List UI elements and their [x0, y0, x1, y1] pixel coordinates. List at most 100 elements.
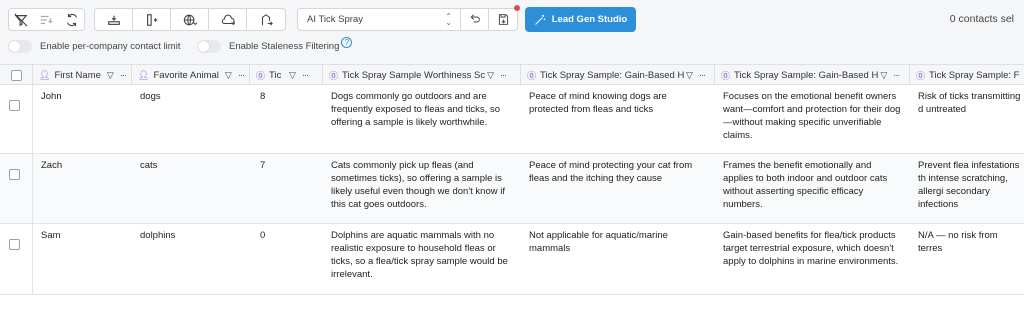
column-label: Tic — [269, 69, 282, 81]
column-label: Tick Spray Sample Worthiness Sc — [342, 69, 486, 81]
column-label: First Name — [54, 69, 101, 81]
toolbar: AI Tick Spray ⌃ ⌄ Lead Gen Studio 0 conta… — [0, 0, 1024, 64]
insert-column-button[interactable] — [133, 9, 171, 30]
more-icon[interactable]: ··· — [302, 70, 309, 80]
more-icon[interactable]: ··· — [893, 70, 900, 80]
column-label: Tick Spray Sample: Gain-Based H — [734, 69, 879, 81]
table-row[interactable]: Sam dolphins 0 Dolphins are aquatic mamm… — [0, 224, 1024, 295]
contacts-table: 👤︎ First Name ▽ ··· 👤︎ Favorite Animal ▽… — [0, 64, 1024, 333]
filter-icon[interactable]: ▽ — [289, 70, 296, 81]
column-header-tick-score[interactable]: ⓪ Tic ▽ ··· — [250, 65, 323, 85]
filter-list-button[interactable] — [33, 8, 60, 31]
clear-filter-button[interactable] — [8, 8, 34, 31]
action-button-group — [94, 8, 286, 31]
more-icon[interactable]: ··· — [120, 70, 127, 80]
more-icon[interactable]: ··· — [699, 70, 706, 80]
worthiness-cell[interactable]: Dolphins are aquatic mammals with no rea… — [323, 224, 521, 294]
gain-based-explanation-cell[interactable]: Gain-based benefits for flea/tick produc… — [715, 224, 910, 294]
table-header: 👤︎ First Name ▽ ··· 👤︎ Favorite Animal ▽… — [0, 64, 1024, 85]
column-header-gain-based-2[interactable]: ⓪ Tick Spray Sample: Gain-Based H ▽ ··· — [715, 65, 910, 85]
per-company-limit-setting: Enable per-company contact limit — [8, 40, 180, 53]
workflow-select[interactable]: AI Tick Spray ⌃ ⌄ — [297, 8, 461, 31]
filter-off-icon — [14, 12, 28, 27]
filter-icon[interactable]: ▽ — [686, 70, 693, 81]
staleness-filter-toggle[interactable] — [197, 40, 221, 53]
animal-cell[interactable]: dolphins — [132, 224, 250, 294]
gain-based-cell[interactable]: Peace of mind knowing dogs are protected… — [521, 85, 715, 153]
row-checkbox[interactable] — [9, 239, 20, 250]
cloud-sync-button[interactable] — [209, 9, 247, 30]
contacts-selected-count: 0 contacts sel — [949, 13, 1014, 25]
gain-based-explanation-cell[interactable]: Focuses on the emotional benefit owners … — [715, 85, 910, 153]
animal-cell[interactable]: dogs — [132, 85, 250, 153]
refresh-icon — [66, 13, 77, 26]
select-all-checkbox[interactable] — [10, 69, 22, 81]
select-all-cell — [0, 65, 33, 85]
export-icon — [261, 13, 273, 26]
insert-row-button[interactable] — [95, 9, 133, 30]
person-icon: 👤︎ — [39, 69, 51, 80]
save-icon — [498, 14, 508, 25]
animal-cell[interactable]: cats — [132, 154, 250, 223]
first-name-cell[interactable]: Zach — [33, 154, 132, 223]
insert-row-icon — [107, 15, 120, 25]
ai-column-icon: ⓪ — [916, 70, 926, 81]
table-row[interactable]: Zach cats 7 Cats commonly pick up fleas … — [0, 154, 1024, 224]
score-cell[interactable]: 8 — [252, 85, 323, 153]
gain-based-cell[interactable]: Peace of mind protecting your cat from f… — [521, 154, 715, 223]
fear-based-cell[interactable]: N/A — no risk from terres — [910, 224, 1024, 294]
lead-gen-studio-label: Lead Gen Studio — [551, 14, 628, 25]
row-select-cell — [0, 154, 33, 223]
refresh-button[interactable] — [59, 8, 85, 31]
score-cell[interactable]: 7 — [252, 154, 323, 223]
more-icon[interactable]: ··· — [500, 70, 507, 80]
column-label: Tick Spray Sample: Gain-Based H — [540, 69, 685, 81]
column-label: Favorite Animal — [153, 69, 219, 81]
first-name-cell[interactable]: John — [33, 85, 132, 153]
lead-gen-studio-button[interactable]: Lead Gen Studio — [525, 7, 636, 32]
row-checkbox[interactable] — [9, 100, 20, 111]
filter-icon[interactable]: ▽ — [880, 70, 887, 81]
column-divider — [32, 85, 33, 295]
worthiness-cell[interactable]: Dogs commonly go outdoors and are freque… — [323, 85, 521, 153]
ai-column-icon: ⓪ — [256, 70, 266, 81]
person-icon: 👤︎ — [138, 69, 150, 80]
filter-icon[interactable]: ▽ — [487, 70, 494, 81]
per-company-limit-label: Enable per-company contact limit — [40, 41, 181, 52]
per-company-limit-toggle[interactable] — [8, 40, 32, 53]
staleness-filter-setting: Enable Staleness Filtering ? — [197, 37, 353, 53]
filter-icon[interactable]: ▽ — [225, 70, 232, 81]
save-button[interactable] — [489, 8, 518, 31]
column-header-first-name[interactable]: 👤︎ First Name ▽ ··· — [33, 65, 132, 85]
gain-based-cell[interactable]: Not applicable for aquatic/marine mammal… — [521, 224, 715, 294]
column-label: Tick Spray Sample: F — [929, 69, 1020, 81]
ai-column-icon: ⓪ — [329, 70, 339, 81]
fear-based-cell[interactable]: Risk of ticks transmitting d untreated — [910, 85, 1024, 153]
worthiness-cell[interactable]: Cats commonly pick up fleas (and sometim… — [323, 154, 521, 223]
row-select-cell — [0, 224, 33, 294]
column-header-gain-based-1[interactable]: ⓪ Tick Spray Sample: Gain-Based H ▽ ··· — [521, 65, 715, 85]
more-icon[interactable]: ··· — [238, 70, 245, 80]
cloud-icon — [221, 14, 235, 25]
web-enrich-button[interactable] — [171, 9, 209, 30]
column-header-favorite-animal[interactable]: 👤︎ Favorite Animal ▽ ··· — [132, 65, 250, 85]
insert-column-icon — [146, 13, 157, 26]
fear-based-cell[interactable]: Prevent flea infestations th intense scr… — [910, 154, 1024, 223]
undo-button[interactable] — [461, 8, 489, 31]
filter-list-icon — [40, 15, 53, 24]
magic-wand-icon — [534, 14, 545, 25]
row-checkbox[interactable] — [9, 169, 20, 180]
export-button[interactable] — [247, 9, 285, 30]
help-icon[interactable]: ? — [341, 37, 353, 48]
first-name-cell[interactable]: Sam — [33, 224, 132, 294]
ai-column-icon: ⓪ — [721, 70, 731, 81]
column-header-worthiness[interactable]: ⓪ Tick Spray Sample Worthiness Sc ▽ ··· — [323, 65, 521, 85]
select-caret-icon: ⌃ ⌄ — [445, 12, 452, 27]
column-header-fear-based[interactable]: ⓪ Tick Spray Sample: F — [910, 65, 1024, 85]
score-cell[interactable]: 0 — [252, 224, 323, 294]
filter-icon[interactable]: ▽ — [107, 70, 114, 81]
table-row[interactable]: John dogs 8 Dogs commonly go outdoors an… — [0, 85, 1024, 154]
workflow-select-value: AI Tick Spray — [307, 14, 363, 25]
staleness-filter-label: Enable Staleness Filtering — [229, 41, 340, 52]
gain-based-explanation-cell[interactable]: Frames the benefit emotionally and appli… — [715, 154, 910, 223]
